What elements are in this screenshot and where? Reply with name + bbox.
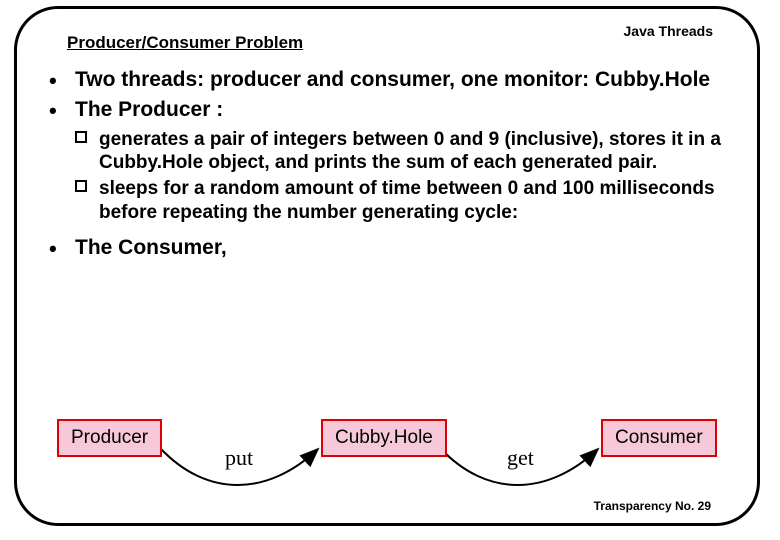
bullet-1: Two threads: producer and consumer, one … [41,67,733,93]
diagram-label-get: get [507,445,534,471]
bullet-3: The Consumer, [41,235,733,261]
slide-content: Two threads: producer and consumer, one … [41,67,733,265]
bullet-2b: sleeps for a random amount of time betwe… [41,177,733,225]
bullet-2: The Producer : [41,97,733,123]
diagram-box-producer: Producer [57,419,162,457]
bullet-2a: generates a pair of integers between 0 a… [41,128,733,176]
slide-frame: Java Threads Producer/Consumer Problem T… [14,6,760,526]
diagram-box-cubbyhole: Cubby.Hole [321,419,447,457]
diagram: Producer put Cubby.Hole get Consumer [57,401,737,505]
bullet-box-icon [75,131,87,143]
bullet-2a-text: generates a pair of integers between 0 a… [99,129,721,174]
footer-transparency: Transparency No. 29 [592,499,713,513]
diagram-label-put: put [225,445,253,471]
bullet-box-icon [75,180,87,192]
bullet-2b-text: sleeps for a random amount of time betwe… [99,178,715,223]
diagram-box-consumer: Consumer [601,419,717,457]
slide-subtitle: Producer/Consumer Problem [67,33,303,53]
header-topic: Java Threads [624,23,714,39]
